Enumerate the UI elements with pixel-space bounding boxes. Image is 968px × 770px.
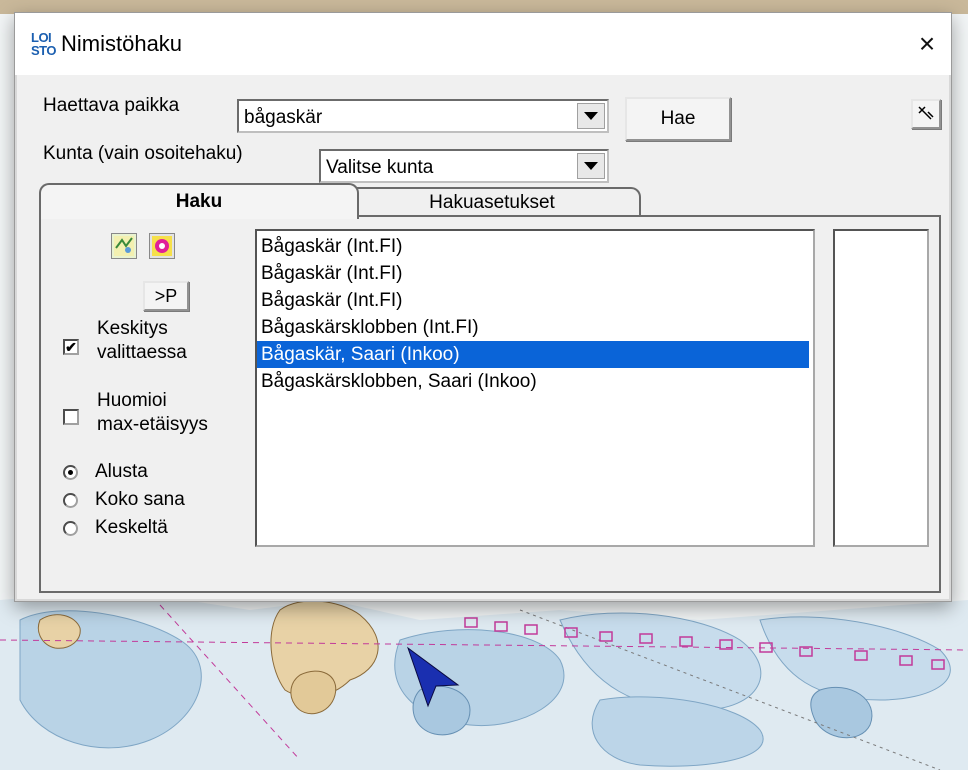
municipality-label: Kunta (vain osoitehaku) — [43, 143, 243, 164]
map-tool-button[interactable] — [111, 233, 137, 259]
list-item[interactable]: Bågaskärsklobben (Int.FI) — [257, 314, 813, 341]
place-combobox[interactable]: bågaskär — [237, 99, 609, 133]
tab-panel-haku: >P ✔ Keskitys valittaessa Huomioi max-et… — [39, 215, 941, 593]
municipality-value: Valitse kunta — [326, 157, 434, 178]
list-item[interactable]: Bågaskärsklobben, Saari (Inkoo) — [257, 368, 813, 395]
list-item[interactable]: Bågaskär (Int.FI) — [257, 260, 813, 287]
map-tool-icon — [114, 236, 134, 256]
next-place-button[interactable]: >P — [143, 281, 189, 311]
center-on-select-label: Keskitys valittaessa — [97, 318, 187, 363]
results-listbox[interactable]: Bågaskär (Int.FI) Bågaskär (Int.FI) Båga… — [255, 229, 815, 547]
radio-alusta[interactable] — [63, 465, 78, 480]
dialog-content: Haettava paikka bågaskär Hae Kunta (vain… — [15, 75, 951, 601]
marker-tool-icon — [152, 236, 172, 256]
search-button[interactable]: Hae — [625, 97, 731, 141]
radio-koko-sana-label: Koko sana — [95, 489, 185, 510]
consider-max-distance-checkbox[interactable] — [63, 409, 79, 425]
place-label: Haettava paikka — [43, 95, 180, 116]
close-icon: × — [918, 28, 936, 59]
close-button[interactable]: × — [903, 13, 951, 75]
chevron-down-icon — [584, 112, 598, 120]
radio-alusta-label: Alusta — [95, 461, 148, 482]
center-on-select-checkbox[interactable]: ✔ — [63, 339, 79, 355]
radio-keskelta[interactable] — [63, 521, 78, 536]
secondary-listbox[interactable] — [833, 229, 929, 547]
municipality-dropdown-button[interactable] — [577, 153, 605, 179]
tab-hakuasetukset[interactable]: Hakuasetukset — [343, 187, 641, 217]
pick-location-button[interactable] — [911, 99, 941, 129]
list-item-selected[interactable]: Bågaskär, Saari (Inkoo) — [257, 341, 809, 368]
place-value: bågaskär — [244, 107, 323, 128]
chevron-down-icon — [584, 162, 598, 170]
place-search-dialog: LOI STO Nimistöhaku × Haettava paikka bå… — [14, 12, 952, 602]
pointer-pick-icon — [918, 106, 934, 120]
municipality-combobox[interactable]: Valitse kunta — [319, 149, 609, 183]
place-dropdown-button[interactable] — [577, 103, 605, 129]
radio-keskelta-label: Keskeltä — [95, 517, 168, 538]
window-title: Nimistöhaku — [61, 31, 183, 56]
list-item[interactable]: Bågaskär (Int.FI) — [257, 287, 813, 314]
list-item[interactable]: Bågaskär (Int.FI) — [257, 233, 813, 260]
tab-haku[interactable]: Haku — [39, 183, 359, 219]
radio-koko-sana[interactable] — [63, 493, 78, 508]
consider-max-distance-label: Huomioi max-etäisyys — [97, 390, 208, 435]
loisto-logo-icon: LOI STO — [31, 30, 57, 58]
marker-tool-button[interactable] — [149, 233, 175, 259]
title-bar[interactable]: LOI STO Nimistöhaku × — [15, 13, 951, 75]
